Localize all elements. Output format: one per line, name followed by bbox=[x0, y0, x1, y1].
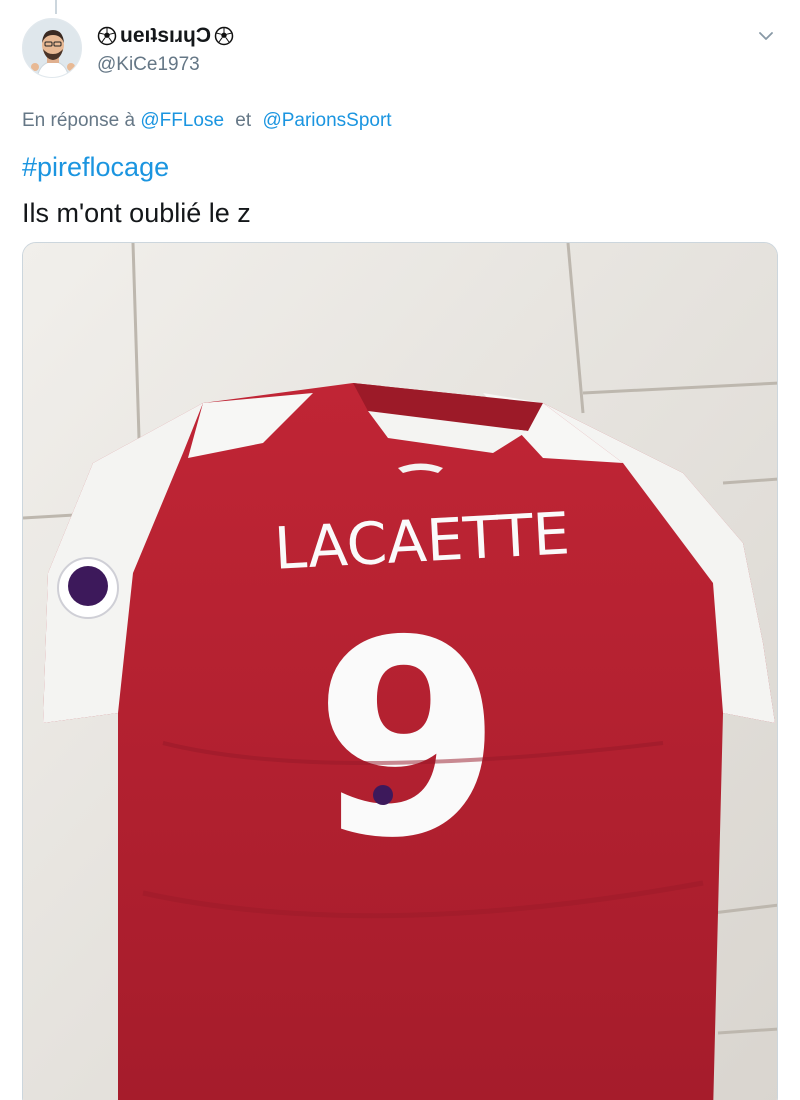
reply-context: En réponse à @FFLose et @ParionsSport bbox=[22, 108, 392, 134]
hashtag-link[interactable]: #pireflocage bbox=[22, 150, 169, 184]
mention-link[interactable]: @FFLose bbox=[140, 110, 224, 131]
soccer-ball-icon bbox=[97, 26, 117, 46]
jersey-photo: LACAETTE 9 bbox=[23, 243, 777, 1100]
display-name[interactable]: ueıʇsıɹɥƆ bbox=[97, 22, 234, 50]
reply-prefix: En réponse à bbox=[22, 110, 136, 131]
thread-connector bbox=[55, 0, 57, 14]
avatar[interactable] bbox=[22, 18, 82, 78]
reply-joiner: et bbox=[235, 110, 252, 131]
avatar-illustration bbox=[23, 19, 81, 77]
username[interactable]: @KiCe1973 bbox=[97, 52, 234, 78]
tweet-photo[interactable]: LACAETTE 9 bbox=[22, 242, 778, 1100]
tweet-text: Ils m'ont oublié le z bbox=[22, 198, 251, 228]
mention-link[interactable]: @ParionsSport bbox=[262, 110, 391, 131]
user-info: ueıʇsıɹɥƆ @KiCe1973 bbox=[97, 22, 234, 78]
display-name-text: ueıʇsıɹɥƆ bbox=[120, 24, 212, 47]
chevron-down-icon[interactable] bbox=[756, 26, 776, 46]
soccer-ball-icon bbox=[214, 26, 234, 46]
jersey-number: 9 bbox=[314, 582, 502, 897]
